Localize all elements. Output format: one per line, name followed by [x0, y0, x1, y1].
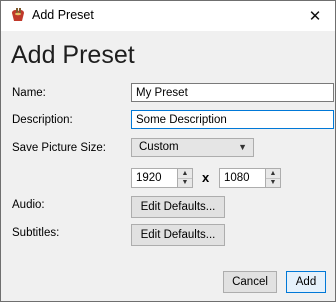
height-decrement-button[interactable]: ▼	[266, 178, 280, 187]
subtitles-edit-defaults-button[interactable]: Edit Defaults...	[131, 224, 225, 246]
name-field[interactable]	[131, 83, 334, 102]
picture-size-label: Save Picture Size:	[12, 142, 106, 154]
add-preset-dialog: Add Preset ✕ Add Preset Name: Descriptio…	[0, 0, 336, 302]
handbrake-icon	[12, 8, 24, 21]
window-title: Add Preset	[32, 8, 94, 22]
picture-size-value: Custom	[139, 141, 179, 153]
name-label: Name:	[12, 87, 46, 99]
title-bar: Add Preset ✕	[1, 1, 335, 31]
add-button[interactable]: Add	[286, 271, 326, 293]
picture-size-select[interactable]: Custom ▼	[131, 138, 254, 157]
width-spin-buttons: ▲ ▼	[177, 169, 192, 187]
width-stepper[interactable]: 1920 ▲ ▼	[131, 168, 193, 188]
caret-down-icon: ▼	[269, 179, 277, 186]
caret-up-icon: ▲	[181, 170, 189, 177]
width-decrement-button[interactable]: ▼	[178, 178, 192, 187]
caret-up-icon: ▲	[269, 170, 277, 177]
width-value: 1920	[136, 172, 162, 184]
height-value: 1080	[224, 172, 250, 184]
dimension-separator: x	[202, 170, 210, 185]
description-field[interactable]	[131, 110, 334, 129]
page-title: Add Preset	[11, 41, 135, 69]
close-button[interactable]: ✕	[295, 1, 335, 31]
caret-down-icon: ▼	[181, 179, 189, 186]
audio-label: Audio:	[12, 199, 45, 211]
subtitles-label: Subtitles:	[12, 227, 60, 239]
description-label: Description:	[12, 114, 73, 126]
audio-edit-defaults-button[interactable]: Edit Defaults...	[131, 196, 225, 218]
height-stepper[interactable]: 1080 ▲ ▼	[219, 168, 281, 188]
close-icon: ✕	[308, 8, 322, 25]
cancel-button[interactable]: Cancel	[223, 271, 277, 293]
chevron-down-icon: ▼	[238, 142, 247, 152]
height-spin-buttons: ▲ ▼	[265, 169, 280, 187]
